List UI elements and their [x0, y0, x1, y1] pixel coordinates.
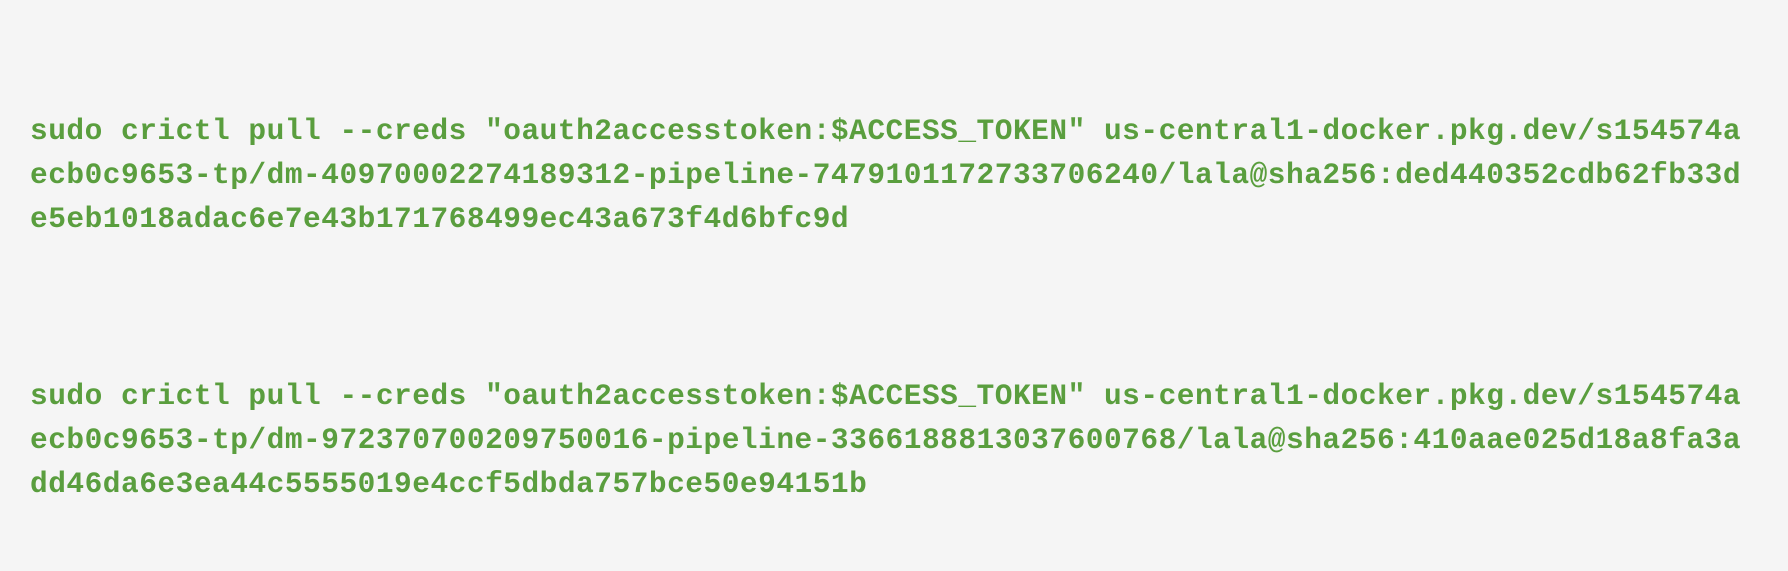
command-line: sudo crictl pull --creds "oauth2accessto… [30, 374, 1758, 507]
code-block: sudo crictl pull --creds "oauth2accessto… [30, 20, 1758, 551]
command-line: sudo crictl pull --creds "oauth2accessto… [30, 109, 1758, 242]
